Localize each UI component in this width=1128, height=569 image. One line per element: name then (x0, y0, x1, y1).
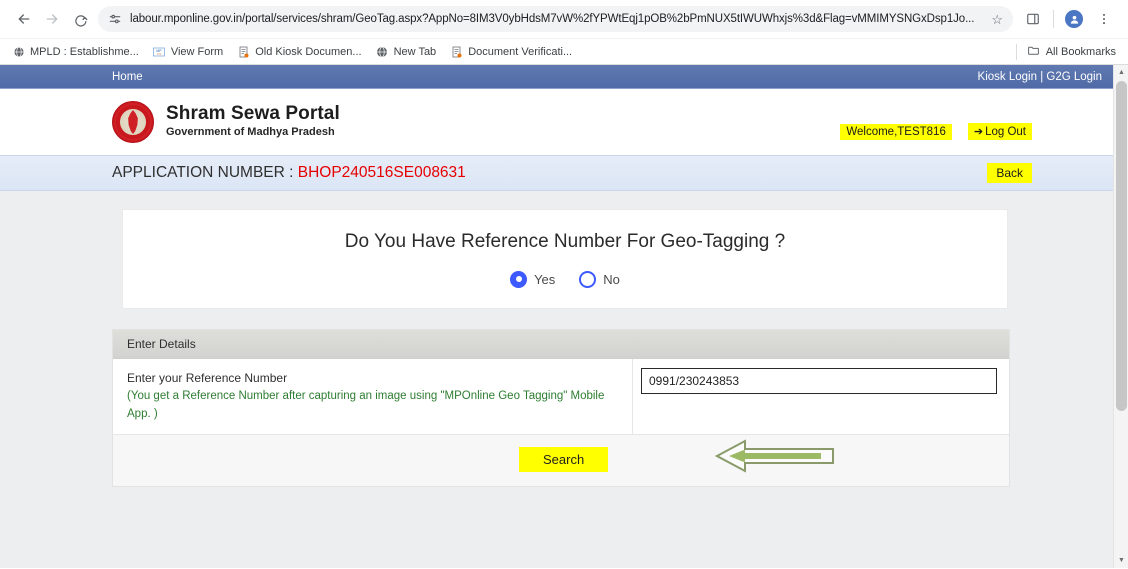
application-number-value: BHOP240516SE008631 (297, 164, 466, 181)
bookmark-item[interactable]: New Tab (376, 45, 437, 58)
side-panel-icon[interactable] (1019, 5, 1047, 33)
brand-block: Shram Sewa Portal Government of Madhya P… (112, 101, 340, 143)
search-button[interactable]: Search (519, 446, 609, 472)
reference-number-input[interactable] (641, 368, 997, 394)
radio-option-no[interactable]: No (579, 270, 620, 288)
bookmark-label: Old Kiosk Documen... (255, 45, 362, 58)
reference-number-hint: (You get a Reference Number after captur… (127, 390, 605, 420)
bookmark-item[interactable]: MP Onl View Form (153, 45, 223, 58)
portal-title: Shram Sewa Portal (166, 103, 340, 125)
reload-icon[interactable] (66, 5, 94, 33)
bookmark-item[interactable]: MPLD : Establishme... (12, 45, 139, 58)
application-number-bar: APPLICATION NUMBER : BHOP240516SE008631 … (0, 155, 1128, 191)
radio-option-yes[interactable]: Yes (510, 270, 556, 288)
bookmark-label: MPLD : Establishme... (30, 45, 139, 58)
globe-icon (376, 45, 389, 58)
madhya-pradesh-emblem-icon (112, 101, 154, 143)
application-number: APPLICATION NUMBER : BHOP240516SE008631 (112, 164, 466, 182)
svg-text:Onl: Onl (157, 53, 161, 56)
page-body: Do You Have Reference Number For Geo-Tag… (0, 191, 1128, 568)
site-settings-icon[interactable] (108, 12, 122, 26)
bookmark-label: View Form (170, 45, 224, 58)
all-bookmarks-button[interactable]: All Bookmarks (1015, 43, 1116, 60)
bookmarks-bar: MPLD : Establishme... MP Onl View Form Ol… (0, 38, 1128, 64)
scroll-down-arrow-icon[interactable]: ▼ (1114, 553, 1128, 568)
geotag-radio-group: Yes No (510, 270, 620, 288)
bookmark-label: New Tab (393, 45, 437, 58)
page-scrollbar[interactable]: ▲ ▼ (1113, 65, 1128, 568)
user-session-block: Welcome,TEST816 ➔ Log Out (840, 123, 1032, 140)
logout-button[interactable]: ➔ Log Out (967, 123, 1032, 140)
bookmark-item[interactable]: Old Kiosk Documen... (237, 45, 362, 58)
svg-text:MP: MP (157, 49, 163, 53)
geotag-question-card: Do You Have Reference Number For Geo-Tag… (122, 209, 1008, 309)
content-column: Do You Have Reference Number For Geo-Tag… (112, 191, 1010, 487)
profile-avatar-icon[interactable] (1060, 5, 1088, 33)
site-top-nav: Home Kiosk Login | G2G Login (0, 65, 1128, 89)
back-button[interactable]: Back (987, 163, 1032, 183)
panel-heading: Enter Details (113, 330, 1009, 359)
radio-no-label: No (603, 271, 620, 287)
application-number-label: APPLICATION NUMBER : (112, 164, 298, 181)
bookmark-star-icon[interactable]: ☆ (991, 13, 1003, 26)
browser-chrome: labour.mponline.gov.in/portal/services/s… (0, 0, 1128, 65)
brand-text: Shram Sewa Portal Government of Madhya P… (166, 104, 340, 139)
logout-arrow-icon: ➔ (973, 126, 984, 138)
globe-icon (12, 45, 25, 58)
portal-subtitle: Government of Madhya Pradesh (166, 126, 335, 139)
question-title: Do You Have Reference Number For Geo-Tag… (344, 230, 786, 252)
forward-arrow-icon[interactable] (38, 5, 66, 33)
panel-footer: Search (113, 433, 1009, 486)
logout-label: Log Out (985, 125, 1026, 138)
nav-login-links[interactable]: Kiosk Login | G2G Login (978, 71, 1102, 83)
document-icon (450, 45, 463, 58)
url-text: labour.mponline.gov.in/portal/services/s… (130, 13, 975, 25)
bookmark-item[interactable]: Document Verificati... (450, 45, 572, 58)
left-pointing-block-arrow-icon (715, 439, 834, 473)
radio-yes-input[interactable] (510, 270, 528, 288)
reference-number-input-cell (633, 359, 1009, 434)
page-viewport: Home Kiosk Login | G2G Login Shram Sewa … (0, 65, 1128, 568)
reference-number-label: Enter your Reference Number (127, 371, 288, 385)
reference-number-row: Enter your Reference Number (You get a R… (113, 359, 1009, 434)
address-bar[interactable]: labour.mponline.gov.in/portal/services/s… (98, 6, 1013, 32)
browser-toolbar: labour.mponline.gov.in/portal/services/s… (0, 0, 1128, 38)
welcome-text: Welcome,TEST816 (840, 123, 952, 140)
site-header: Shram Sewa Portal Government of Madhya P… (0, 89, 1128, 155)
three-dot-menu-icon[interactable] (1090, 5, 1118, 33)
enter-details-panel: Enter Details Enter your Reference Numbe… (112, 329, 1010, 487)
radio-yes-label: Yes (534, 271, 556, 287)
reference-number-label-cell: Enter your Reference Number (You get a R… (113, 359, 633, 434)
all-bookmarks-label: All Bookmarks (1045, 45, 1116, 58)
scroll-up-arrow-icon[interactable]: ▲ (1114, 65, 1128, 80)
back-arrow-icon[interactable] (10, 5, 38, 33)
radio-no-input[interactable] (579, 270, 597, 288)
toolbar-right-icons (1019, 5, 1118, 33)
toolbar-divider (1053, 10, 1054, 28)
folder-icon (1027, 44, 1040, 60)
nav-home-link[interactable]: Home (112, 71, 978, 83)
scrollbar-thumb[interactable] (1116, 81, 1127, 411)
document-icon (237, 45, 250, 58)
mponline-icon: MP Onl (153, 45, 166, 58)
bookmark-label: Document Verificati... (468, 45, 573, 58)
